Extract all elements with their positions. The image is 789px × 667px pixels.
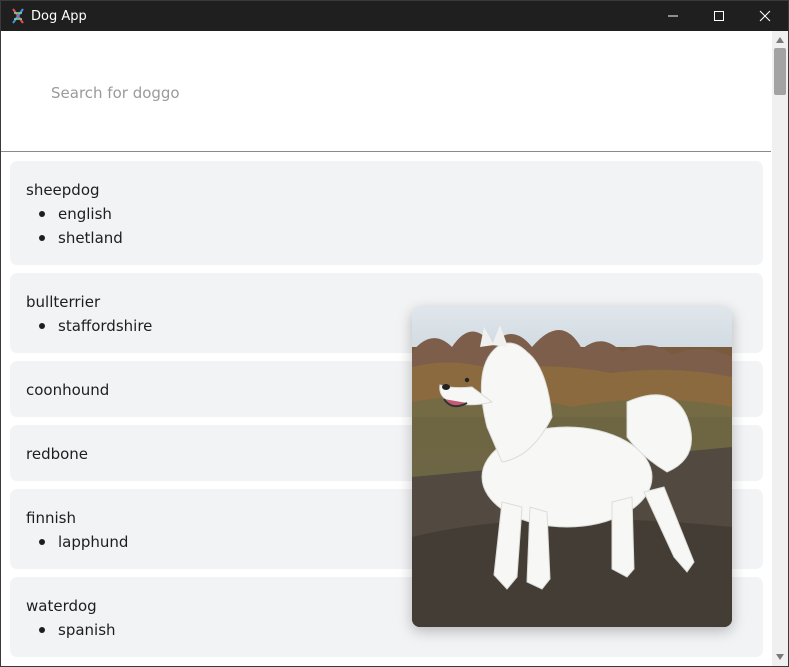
window-controls	[650, 1, 788, 31]
close-icon	[759, 10, 771, 22]
title-bar[interactable]: Dog App	[1, 1, 788, 31]
bullet-icon	[39, 539, 45, 545]
samoyed-photo	[412, 307, 732, 627]
scroll-up-arrow-icon[interactable]	[772, 33, 788, 47]
breed-card[interactable]: sheepdog english shetland	[10, 161, 763, 265]
vertical-scrollbar[interactable]	[772, 31, 788, 666]
sub-breed-label: lapphund	[58, 533, 129, 551]
maximize-button[interactable]	[696, 1, 742, 31]
sub-breed-item: shetland	[26, 228, 747, 248]
bullet-icon	[39, 235, 45, 241]
sub-breed-item: english	[26, 204, 747, 224]
sub-breed-list: english shetland	[26, 204, 747, 248]
sub-breed-label: shetland	[58, 229, 123, 247]
bullet-icon	[39, 211, 45, 217]
search-area	[1, 31, 771, 152]
scroll-thumb[interactable]	[774, 48, 786, 95]
dog-photo-popup	[412, 307, 732, 627]
bullet-icon	[39, 323, 45, 329]
minimize-button[interactable]	[650, 1, 696, 31]
minimize-icon	[668, 15, 678, 17]
maximize-icon	[714, 11, 724, 21]
sub-breed-label: staffordshire	[58, 317, 153, 335]
sub-breed-label: spanish	[58, 621, 116, 639]
search-input[interactable]	[49, 81, 653, 105]
sub-breed-label: english	[58, 205, 112, 223]
app-logo-icon	[10, 8, 26, 24]
close-button[interactable]	[742, 1, 788, 31]
scroll-down-arrow-icon[interactable]	[772, 650, 788, 664]
bullet-icon	[39, 627, 45, 633]
window-title: Dog App	[31, 8, 87, 24]
breed-name: sheepdog	[26, 181, 100, 199]
app-window: Dog App sheepdogenglishshetlandb	[0, 0, 789, 667]
